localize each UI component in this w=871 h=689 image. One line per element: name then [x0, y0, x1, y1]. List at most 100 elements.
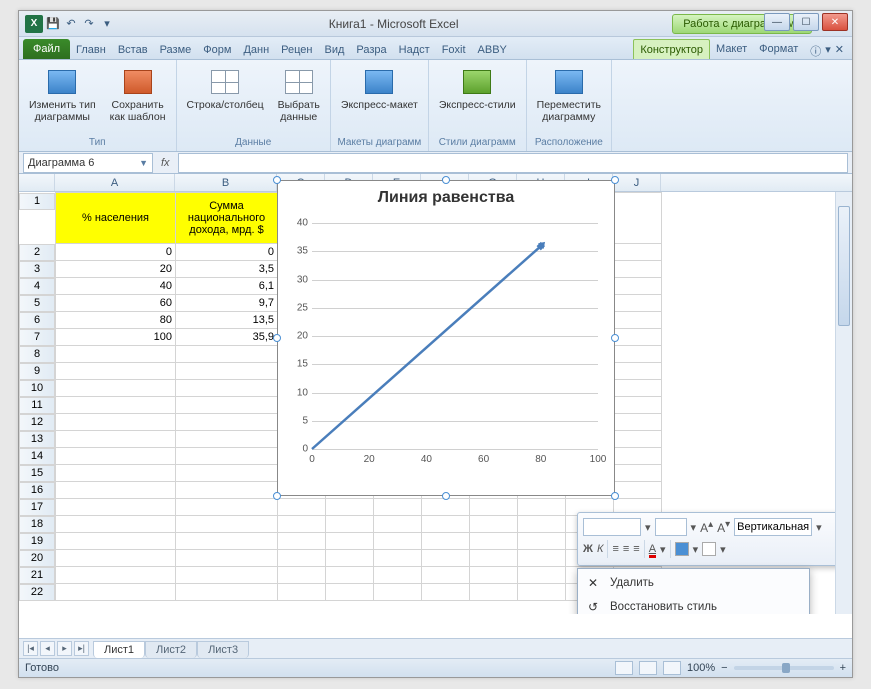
cell[interactable]: [278, 550, 326, 567]
change-chart-type-button[interactable]: Изменить тип диаграммы: [25, 64, 100, 125]
cell[interactable]: [470, 584, 518, 601]
qat-redo-icon[interactable]: ↷: [81, 16, 97, 32]
cell[interactable]: [422, 499, 470, 516]
maximize-button[interactable]: ☐: [793, 13, 819, 31]
chevron-down-icon[interactable]: ▾: [720, 543, 726, 556]
resize-handle[interactable]: [611, 492, 619, 500]
embedded-chart[interactable]: Линия равенства 051015202530354002040608…: [277, 180, 615, 496]
cell[interactable]: [614, 448, 662, 465]
col-header[interactable]: B: [175, 174, 277, 191]
cell[interactable]: [326, 533, 374, 550]
cell[interactable]: 35,9: [176, 329, 278, 346]
cell[interactable]: [176, 465, 278, 482]
cell[interactable]: [614, 244, 662, 261]
cell[interactable]: [56, 584, 176, 601]
cell[interactable]: [176, 499, 278, 516]
bold-icon[interactable]: Ж: [583, 543, 593, 555]
tab-review[interactable]: Рецен: [275, 40, 318, 59]
cell[interactable]: 0: [176, 244, 278, 261]
cell[interactable]: [56, 380, 176, 397]
cell[interactable]: [176, 550, 278, 567]
zoom-out-icon[interactable]: −: [721, 662, 727, 674]
cell[interactable]: [614, 465, 662, 482]
cell[interactable]: [422, 516, 470, 533]
cell[interactable]: [326, 550, 374, 567]
cell[interactable]: [56, 516, 176, 533]
formula-input[interactable]: [178, 153, 848, 173]
cell[interactable]: 20: [56, 261, 176, 278]
tab-format[interactable]: Формат: [753, 39, 804, 59]
doc-close-icon[interactable]: ✕: [835, 43, 844, 59]
tab-data[interactable]: Данн: [237, 40, 275, 59]
shape-style-input[interactable]: [734, 518, 812, 536]
view-layout-icon[interactable]: [639, 661, 657, 675]
switch-rowcol-button[interactable]: Строка/столбец: [183, 64, 268, 125]
cell[interactable]: [374, 516, 422, 533]
cell[interactable]: [326, 516, 374, 533]
view-break-icon[interactable]: [663, 661, 681, 675]
tab-formulas[interactable]: Форм: [197, 40, 237, 59]
resize-handle[interactable]: [273, 334, 281, 342]
sheet-tab-3[interactable]: Лист3: [197, 641, 249, 658]
cell[interactable]: [176, 516, 278, 533]
chart-title[interactable]: Линия равенства: [278, 181, 614, 211]
cell[interactable]: [518, 567, 566, 584]
first-sheet-icon[interactable]: |◂: [23, 641, 38, 656]
cell[interactable]: [56, 346, 176, 363]
mini-toolbar[interactable]: ▾ ▾ A▴ A▾ ▾ Ж К ≡ ≡ ≡ A ▾ ▾: [577, 512, 841, 566]
cell[interactable]: [56, 482, 176, 499]
font-name-input[interactable]: [583, 518, 641, 536]
cell[interactable]: [56, 550, 176, 567]
resize-handle[interactable]: [273, 492, 281, 500]
cell[interactable]: 3,5: [176, 261, 278, 278]
tab-design[interactable]: Конструктор: [633, 39, 710, 59]
save-template-button[interactable]: Сохранить как шаблон: [106, 64, 170, 125]
cell[interactable]: [614, 431, 662, 448]
zoom-level[interactable]: 100%: [687, 662, 715, 674]
cell[interactable]: [614, 380, 662, 397]
cell[interactable]: [176, 363, 278, 380]
cell[interactable]: [614, 295, 662, 312]
align-center-icon[interactable]: ≡: [623, 543, 629, 555]
cell[interactable]: 80: [56, 312, 176, 329]
cell[interactable]: [614, 363, 662, 380]
tab-addins[interactable]: Надст: [393, 40, 436, 59]
cell[interactable]: [614, 397, 662, 414]
cell[interactable]: 0: [56, 244, 176, 261]
col-header[interactable]: J: [613, 174, 661, 191]
cell[interactable]: [422, 584, 470, 601]
last-sheet-icon[interactable]: ▸|: [74, 641, 89, 656]
cell[interactable]: [374, 499, 422, 516]
sheet-tab-2[interactable]: Лист2: [145, 641, 197, 658]
cell[interactable]: [56, 448, 176, 465]
cell[interactable]: 13,5: [176, 312, 278, 329]
cell[interactable]: [422, 550, 470, 567]
minimize-button[interactable]: —: [764, 13, 790, 31]
chevron-down-icon[interactable]: ▾: [693, 543, 699, 556]
select-data-button[interactable]: Выбрать данные: [274, 64, 324, 125]
cell[interactable]: [422, 567, 470, 584]
cell[interactable]: [614, 414, 662, 431]
next-sheet-icon[interactable]: ▸: [57, 641, 72, 656]
tab-foxit[interactable]: Foxit: [436, 40, 472, 59]
tab-insert[interactable]: Встав: [112, 40, 154, 59]
cell[interactable]: 100: [56, 329, 176, 346]
cell[interactable]: [614, 346, 662, 363]
quick-styles-button[interactable]: Экспресс-стили: [435, 64, 520, 114]
chevron-down-icon[interactable]: ▾: [660, 543, 666, 556]
tab-dev[interactable]: Разра: [350, 40, 392, 59]
cell[interactable]: [326, 567, 374, 584]
cell[interactable]: [176, 482, 278, 499]
align-left-icon[interactable]: ≡: [612, 543, 618, 555]
cell[interactable]: [518, 584, 566, 601]
cell[interactable]: [56, 499, 176, 516]
cell[interactable]: [176, 448, 278, 465]
chevron-down-icon[interactable]: ▾: [691, 521, 697, 534]
cell[interactable]: [176, 584, 278, 601]
view-normal-icon[interactable]: [615, 661, 633, 675]
cell[interactable]: [470, 550, 518, 567]
fx-icon[interactable]: fx: [161, 157, 170, 169]
cell[interactable]: [176, 414, 278, 431]
sheet-tab-1[interactable]: Лист1: [93, 641, 145, 658]
cell[interactable]: 40: [56, 278, 176, 295]
